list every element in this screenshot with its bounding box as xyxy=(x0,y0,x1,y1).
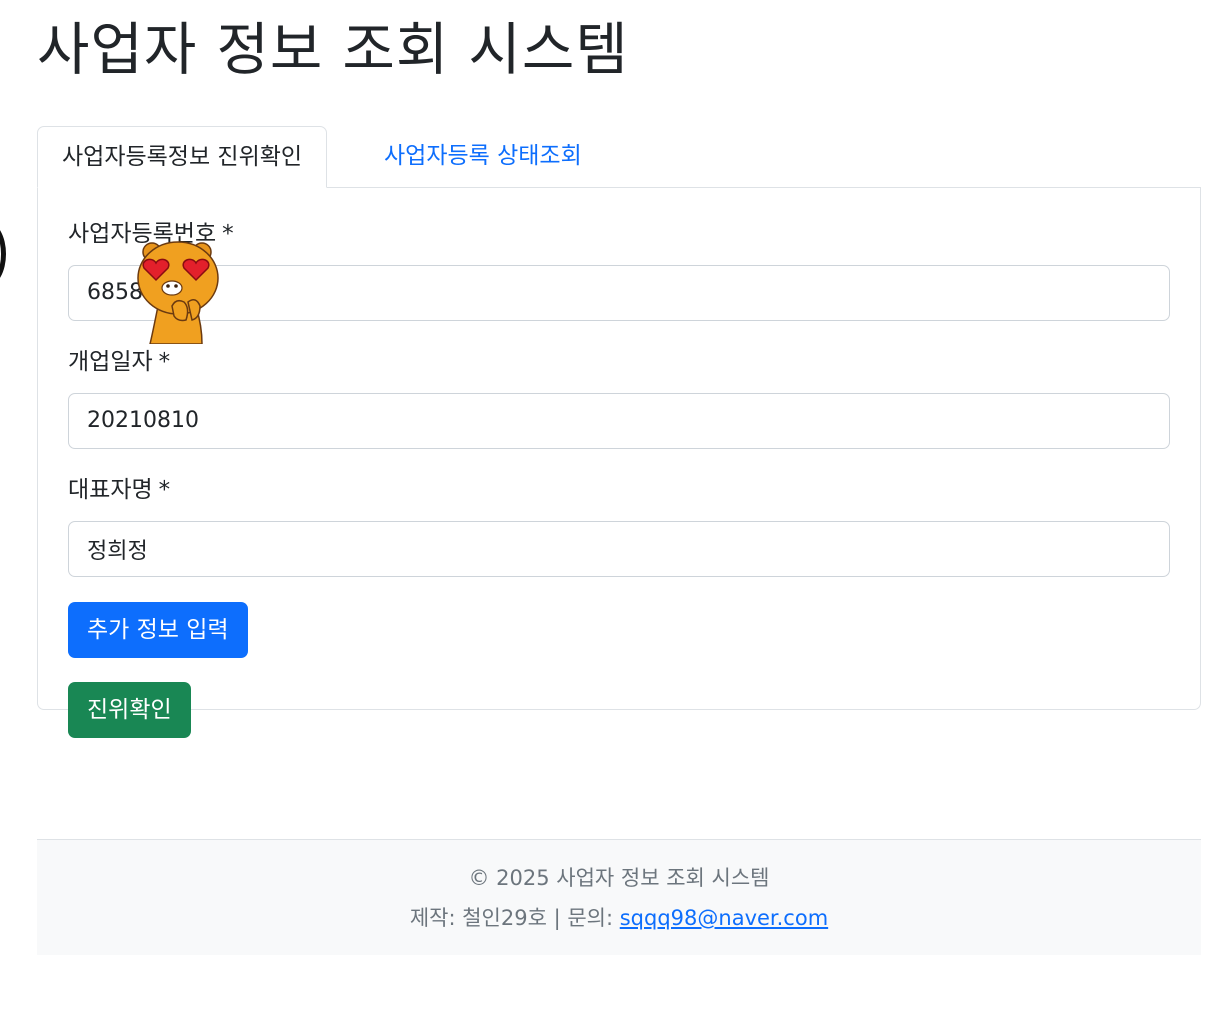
open-date-input[interactable] xyxy=(68,392,1170,449)
business-number-label: 사업자등록번호 * xyxy=(68,220,234,247)
add-info-button[interactable]: 추가 정보 입력 xyxy=(68,601,248,658)
representative-group: 대표자명 * xyxy=(68,474,1170,577)
tab-bar: 사업자등록정보 진위확인 사업자등록 상태조회 xyxy=(37,125,1201,188)
tab-status-check[interactable]: 사업자등록 상태조회 xyxy=(360,126,606,187)
footer-email-link[interactable]: sqqq98@naver.com xyxy=(620,906,828,930)
main-container: 사업자 정보 조회 시스템 사업자등록정보 진위확인 사업자등록 상태조회 사업… xyxy=(37,0,1201,738)
required-mark: * xyxy=(158,476,171,503)
footer-credit: 제작: 철인29호 | 문의: sqqq98@naver.com xyxy=(37,902,1201,934)
partial-circle-decoration xyxy=(0,222,6,286)
ryan-heart-eyes-icon xyxy=(137,240,219,344)
business-number-input[interactable] xyxy=(68,264,1170,321)
verify-button[interactable]: 진위확인 xyxy=(68,681,191,738)
page-footer: © 2025 사업자 정보 조회 시스템 제작: 철인29호 | 문의: sqq… xyxy=(37,839,1201,955)
tab-verify-registration[interactable]: 사업자등록정보 진위확인 xyxy=(37,125,328,188)
verify-form-panel: 사업자등록번호* 개업일자* 대표자명* 추가 정보 입력 진위확인 xyxy=(37,187,1201,738)
footer-copyright: © 2025 사업자 정보 조회 시스템 xyxy=(468,866,770,890)
footer-credit-text: 제작: 철인29호 | 문의: xyxy=(409,906,620,930)
representative-input[interactable] xyxy=(68,520,1170,577)
required-mark: * xyxy=(158,348,171,375)
open-date-group: 개업일자 * xyxy=(68,346,1170,449)
business-number-group: 사업자등록번호 * xyxy=(68,218,1170,321)
page-title: 사업자 정보 조회 시스템 xyxy=(37,17,629,83)
representative-label: 대표자명 * xyxy=(68,476,171,503)
open-date-label: 개업일자 * xyxy=(68,348,171,375)
